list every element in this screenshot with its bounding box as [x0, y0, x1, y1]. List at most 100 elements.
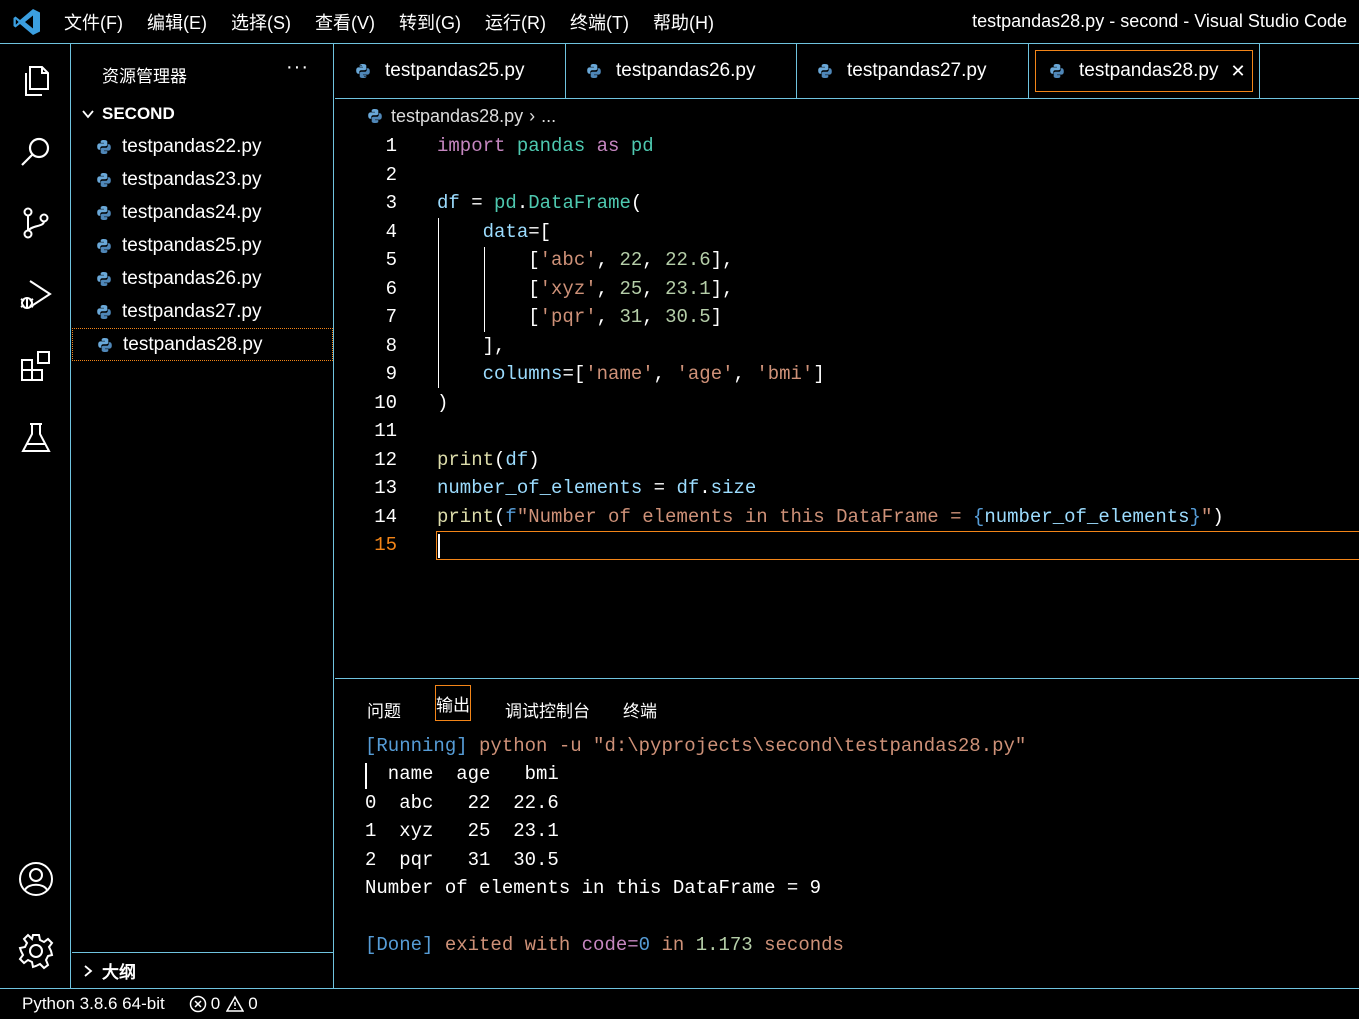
window-title: testpandas28.py - second - Visual Studio…	[972, 11, 1347, 31]
menu-edit[interactable]: 编辑(E)	[135, 9, 219, 35]
code-line: print(df)	[437, 449, 540, 471]
file-label: testpandas27.py	[122, 300, 262, 322]
menu-terminal[interactable]: 终端(T)	[558, 9, 641, 35]
file-label: testpandas23.py	[122, 168, 262, 190]
explorer-sidebar: 资源管理器 ··· SECOND testpandas22.py testpand…	[72, 44, 334, 988]
tab-label: testpandas25.py	[385, 60, 525, 81]
title-bar: 文件(F) 编辑(E) 选择(S) 查看(V) 转到(G) 运行(R) 终端(T…	[0, 0, 1359, 44]
file-item[interactable]: testpandas26.py	[72, 262, 333, 295]
file-item[interactable]: testpandas28.py	[72, 328, 333, 361]
python-file-icon	[587, 64, 601, 78]
tab-problems[interactable]: 问题	[367, 697, 401, 722]
file-item[interactable]: testpandas24.py	[72, 196, 333, 229]
code-line: import pandas as pd	[437, 135, 654, 157]
extensions-icon[interactable]	[14, 344, 58, 388]
file-label: testpandas22.py	[122, 135, 262, 157]
chevron-right-icon	[84, 964, 93, 977]
chevron-down-icon	[82, 110, 94, 119]
outline-section[interactable]: 大纲	[72, 952, 333, 988]
run-debug-icon[interactable]	[14, 272, 58, 316]
menu-go[interactable]: 转到(G)	[387, 9, 473, 35]
python-file-icon	[98, 337, 112, 352]
line-number: 8	[385, 334, 397, 357]
folder-second[interactable]: SECOND	[80, 104, 175, 124]
python-file-icon	[368, 109, 382, 123]
breadcrumb-separator: ›	[529, 105, 536, 126]
explorer-icon[interactable]	[14, 59, 58, 103]
code-line: number_of_elements = df.size	[437, 477, 757, 499]
code-line: ],	[482, 335, 506, 357]
source-control-icon[interactable]	[14, 201, 58, 245]
code-editor[interactable]: 1 2 3 4 5 6 7 8 9 10 11 12 13 14 15 import pandas as p…	[335, 132, 1359, 678]
file-label: testpandas24.py	[122, 201, 262, 223]
current-line-highlight	[436, 531, 1359, 560]
file-item[interactable]: testpandas23.py	[72, 163, 333, 196]
line-number: 6	[385, 277, 397, 300]
menu-bar: 文件(F) 编辑(E) 选择(S) 查看(V) 转到(G) 运行(R) 终端(T…	[52, 0, 726, 44]
file-label: testpandas26.py	[122, 267, 262, 289]
more-actions-button[interactable]: ···	[286, 56, 309, 79]
tab-testpandas28[interactable]: testpandas28.py ✕	[1029, 44, 1260, 98]
python-file-icon	[97, 205, 111, 220]
testing-icon[interactable]	[14, 416, 58, 460]
menu-help[interactable]: 帮助(H)	[641, 9, 726, 35]
text-cursor	[438, 534, 440, 558]
tab-output[interactable]: 输出	[435, 685, 471, 721]
output-line: 2 pqr 31 30.5	[365, 849, 559, 871]
outline-label: 大纲	[102, 963, 136, 982]
line-number: 11	[374, 420, 397, 442]
menu-view[interactable]: 查看(V)	[303, 9, 387, 35]
file-label: testpandas25.py	[122, 234, 262, 256]
settings-gear-icon[interactable]	[14, 929, 58, 973]
code-line: ['pqr', 31, 30.5]	[528, 306, 723, 328]
breadcrumb-symbols[interactable]: ...	[541, 106, 556, 127]
menu-run[interactable]: 运行(R)	[473, 9, 558, 35]
account-icon[interactable]	[14, 857, 58, 901]
python-file-icon	[97, 238, 111, 253]
tab-terminal[interactable]: 终端	[623, 697, 657, 722]
line-number: 1	[385, 135, 397, 157]
python-file-icon	[97, 271, 111, 286]
output-line: name age bmi	[365, 763, 559, 785]
output-line: [Done] exited with code=0 in 1.173 secon…	[365, 934, 844, 956]
menu-selection[interactable]: 选择(S)	[219, 9, 303, 35]
code-line: df = pd.DataFrame(	[437, 192, 643, 214]
line-number: 14	[374, 505, 397, 528]
problems-indicator[interactable]: 0 0	[189, 994, 258, 1014]
line-number: 4	[385, 220, 397, 243]
python-file-icon	[97, 139, 111, 154]
file-label: testpandas28.py	[123, 333, 263, 355]
explorer-title: 资源管理器	[102, 67, 187, 86]
search-icon[interactable]	[14, 130, 58, 174]
close-tab-icon[interactable]: ✕	[1230, 61, 1245, 82]
output-line: 0 abc 22 22.6	[365, 792, 559, 814]
file-item[interactable]: testpandas22.py	[72, 130, 333, 163]
code-line: print(f"Number of elements in this DataF…	[437, 506, 1224, 528]
file-item[interactable]: testpandas27.py	[72, 295, 333, 328]
status-bar: Python 3.8.6 64-bit 0 0	[0, 988, 1359, 1019]
python-file-icon	[97, 172, 111, 187]
line-number: 13	[374, 477, 397, 499]
menu-file[interactable]: 文件(F)	[52, 9, 135, 35]
line-number: 3	[385, 192, 397, 214]
tab-debug-console[interactable]: 调试控制台	[505, 697, 590, 722]
tab-testpandas27[interactable]: testpandas27.py	[797, 44, 1029, 98]
tab-testpandas25[interactable]: testpandas25.py	[335, 44, 566, 98]
error-icon	[189, 995, 206, 1013]
tab-testpandas26[interactable]: testpandas26.py	[566, 44, 797, 98]
warning-count: 0	[248, 994, 258, 1013]
python-file-icon	[818, 64, 832, 78]
line-number: 9	[385, 363, 397, 385]
python-file-icon	[356, 64, 370, 78]
file-item[interactable]: testpandas25.py	[72, 229, 333, 262]
output-line: [Running] python -u "d:\pyprojects\secon…	[365, 735, 1027, 757]
output-line: Number of elements in this DataFrame = 9	[365, 877, 822, 899]
line-number: 2	[385, 163, 397, 186]
code-line: data=[	[482, 221, 552, 243]
python-interpreter[interactable]: Python 3.8.6 64-bit	[22, 994, 165, 1014]
code-line: ['xyz', 25, 23.1],	[528, 278, 734, 300]
breadcrumb-file[interactable]: testpandas28.py	[391, 106, 523, 127]
code-line: )	[437, 392, 449, 414]
vscode-logo-icon	[13, 9, 40, 35]
error-count: 0	[210, 994, 221, 1013]
